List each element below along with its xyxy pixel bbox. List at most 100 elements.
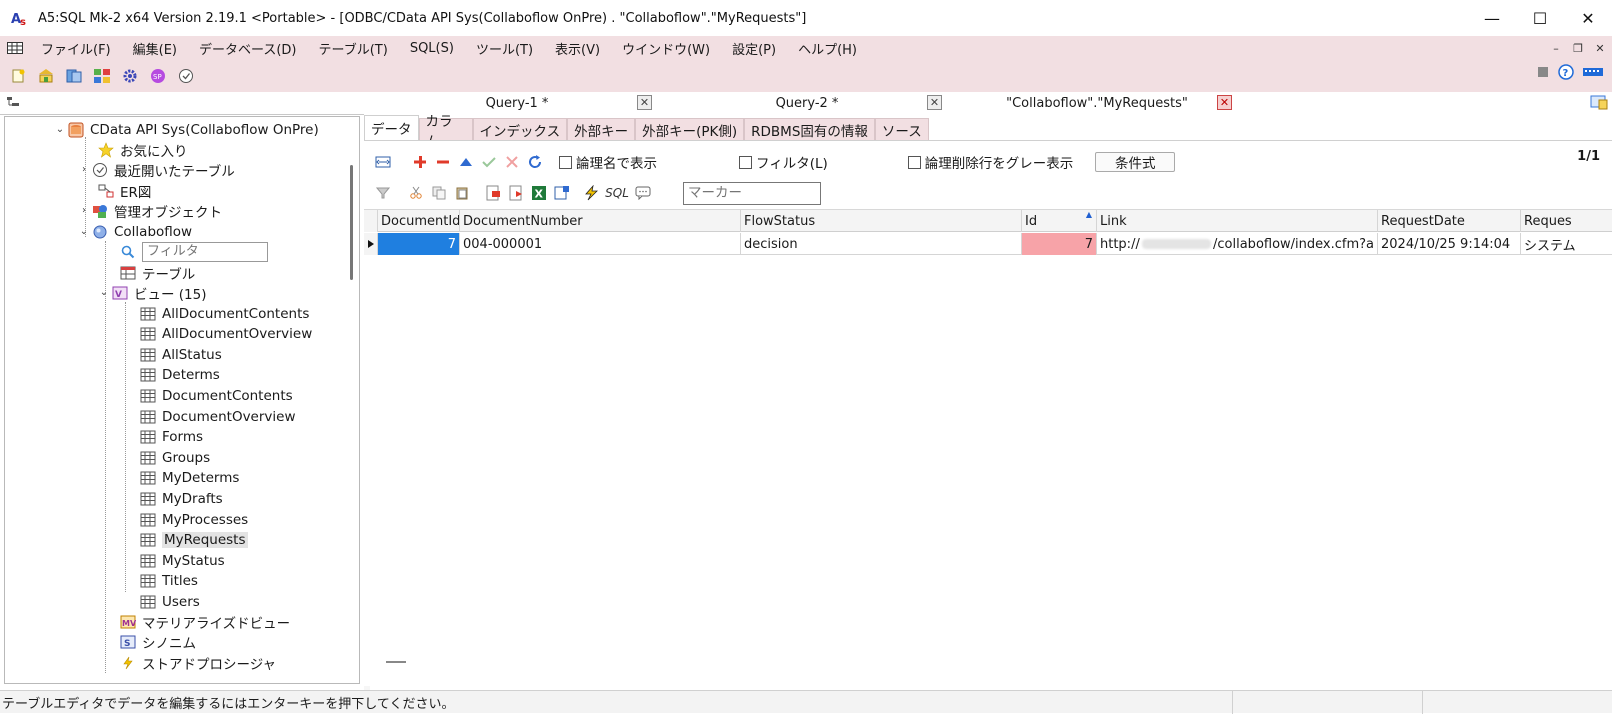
cell-documentid[interactable]: 7 — [378, 233, 460, 255]
condition-button[interactable]: 条件式 — [1095, 152, 1176, 172]
chevron-down-icon[interactable]: ⌄ — [77, 226, 91, 237]
mdi-restore-button[interactable]: ❐ — [1570, 40, 1586, 56]
maximize-button[interactable]: ☐ — [1516, 0, 1564, 36]
tree-item-view[interactable]: AllStatus — [125, 344, 222, 365]
paste-icon[interactable] — [451, 182, 473, 204]
tree-item-view[interactable]: MyProcesses — [125, 509, 248, 530]
tree-item-view[interactable]: Users — [125, 591, 200, 612]
close-icon[interactable]: ✕ — [927, 95, 942, 110]
column-header-documentid[interactable]: DocumentId — [378, 210, 460, 232]
tab-indexes[interactable]: インデックス — [472, 118, 568, 140]
tree-item-view[interactable]: MyDrafts — [125, 488, 223, 509]
filter-checkbox[interactable]: フィルタ(L) — [739, 152, 828, 172]
cell-flowstatus[interactable]: decision — [741, 233, 1022, 255]
menu-table[interactable]: テーブル(T) — [308, 39, 399, 58]
tree-filter-input[interactable] — [142, 241, 268, 262]
column-header-documentnumber[interactable]: DocumentNumber — [460, 210, 741, 232]
tree-item-view[interactable]: Titles — [125, 571, 198, 592]
delete-row-icon[interactable] — [432, 151, 454, 173]
horizontal-scrollbar[interactable] — [386, 661, 406, 663]
stop-icon[interactable] — [1536, 65, 1550, 83]
record-view-icon[interactable] — [551, 182, 573, 204]
menu-database[interactable]: データベース(D) — [188, 39, 308, 58]
menu-edit[interactable]: 編集(E) — [122, 39, 188, 58]
clock-icon[interactable] — [174, 64, 198, 88]
tree-item-view[interactable]: AllDocumentOverview — [125, 324, 312, 345]
menu-tools[interactable]: ツール(T) — [465, 39, 544, 58]
cell-link[interactable]: http:// /collaboflow/index.cfm?a — [1097, 233, 1378, 255]
menu-window[interactable]: ウインドウ(W) — [611, 39, 721, 58]
run-lightning-icon[interactable] — [580, 182, 602, 204]
tree-item-view[interactable]: MyStatus — [125, 550, 225, 571]
tree-item-view[interactable]: DocumentContents — [125, 385, 293, 406]
tree-item-view[interactable]: MyDeterms — [125, 468, 239, 489]
checkbox-box[interactable] — [739, 155, 752, 169]
tree-node-connection[interactable]: ⌄ CData API Sys(Collaboflow OnPre) — [53, 119, 319, 140]
sql-icon[interactable]: SQL — [603, 182, 631, 204]
tree-scrollbar[interactable] — [350, 165, 353, 280]
chevron-down-icon[interactable]: ⌄ — [97, 287, 111, 298]
tree-item-view[interactable]: Determs — [125, 365, 220, 386]
column-header-requester[interactable]: Reques — [1521, 210, 1612, 232]
er-diagram-icon[interactable] — [90, 64, 114, 88]
menu-view[interactable]: 表示(V) — [544, 39, 611, 58]
tree-node-views[interactable]: ⌄ V ビュー (15) — [97, 282, 207, 303]
table-row[interactable]: 7 004-000001 decision 7 http:// /collabof… — [364, 233, 1612, 255]
menu-sql[interactable]: SQL(S) — [399, 41, 465, 56]
export-icon[interactable] — [482, 182, 504, 204]
logical-name-checkbox[interactable]: 論理名で表示 — [559, 152, 657, 172]
doc-tab-query-1[interactable]: Query-1 * ✕ — [372, 92, 662, 114]
tree-node-tables[interactable]: テーブル — [105, 262, 195, 283]
fit-columns-icon[interactable] — [372, 151, 394, 173]
keyboard-icon[interactable] — [1582, 65, 1604, 83]
move-up-icon[interactable] — [455, 151, 477, 173]
copy-icon[interactable] — [428, 182, 450, 204]
cell-documentnumber[interactable]: 004-000001 — [460, 233, 741, 255]
tree-node-schema[interactable]: ⌄ Collaboflow — [77, 221, 192, 242]
database-icon[interactable] — [62, 64, 86, 88]
chevron-right-icon[interactable]: › — [77, 205, 91, 216]
tree-node-synonyms[interactable]: S シノニム — [105, 631, 196, 652]
tree-node-er[interactable]: ER図 — [83, 180, 151, 201]
mdi-close-button[interactable]: ✕ — [1592, 40, 1608, 56]
import-icon[interactable] — [505, 182, 527, 204]
doc-tab-query-2[interactable]: Query-2 * ✕ — [662, 92, 952, 114]
add-row-icon[interactable] — [409, 151, 431, 173]
help-icon[interactable]: ? — [1558, 64, 1574, 84]
doc-tab-myrequests[interactable]: "Collaboflow"."MyRequests" ✕ — [952, 92, 1242, 114]
sql-plan-icon[interactable]: SP — [146, 64, 170, 88]
comment-icon[interactable] — [632, 182, 654, 204]
chevron-right-icon[interactable]: › — [77, 164, 91, 175]
tree-node-objects[interactable]: › 管理オブジェクト — [77, 200, 222, 221]
excel-icon[interactable]: X — [528, 182, 550, 204]
filter-funnel-icon[interactable] — [372, 182, 394, 204]
cancel-x-icon[interactable] — [501, 151, 523, 173]
tab-foreign-keys[interactable]: 外部キー — [567, 118, 636, 140]
tab-foreign-keys-pk[interactable]: 外部キー(PK側) — [635, 118, 745, 140]
tree-item-view[interactable]: MyRequests — [125, 530, 248, 551]
tree-node-materialized-views[interactable]: MV マテリアライズドビュー — [105, 611, 290, 632]
tab-data[interactable]: データ — [364, 115, 419, 140]
open-connection-icon[interactable] — [34, 64, 58, 88]
cut-icon[interactable] — [405, 182, 427, 204]
marker-input[interactable] — [683, 181, 821, 205]
column-header-id[interactable]: Id ▲ — [1022, 210, 1097, 232]
tree-node-favorites[interactable]: お気に入り — [83, 139, 188, 160]
new-file-icon[interactable] — [6, 64, 30, 88]
cell-requester[interactable]: システム — [1521, 233, 1612, 255]
tree-item-view[interactable]: Forms — [125, 427, 203, 448]
cell-id[interactable]: 7 — [1022, 233, 1097, 255]
menu-file[interactable]: ファイル(F) — [30, 39, 122, 58]
menu-settings[interactable]: 設定(P) — [721, 39, 787, 58]
gray-deleted-checkbox[interactable]: 論理削除行をグレー表示 — [907, 152, 1073, 172]
menu-grid-icon[interactable] — [0, 42, 30, 54]
tree-node-recent[interactable]: › 最近開いたテーブル — [77, 159, 235, 180]
tree-toggle-icon[interactable] — [6, 95, 20, 113]
cell-requestdate[interactable]: 2024/10/25 9:14:04 — [1378, 233, 1521, 255]
commit-check-icon[interactable] — [478, 151, 500, 173]
tree-node-stored-procedures[interactable]: ストアドプロシージャ — [105, 652, 276, 673]
panel-icon[interactable] — [1590, 94, 1608, 114]
tab-source[interactable]: ソース — [874, 118, 929, 140]
close-icon[interactable]: ✕ — [637, 95, 652, 110]
close-icon[interactable]: ✕ — [1217, 95, 1232, 110]
